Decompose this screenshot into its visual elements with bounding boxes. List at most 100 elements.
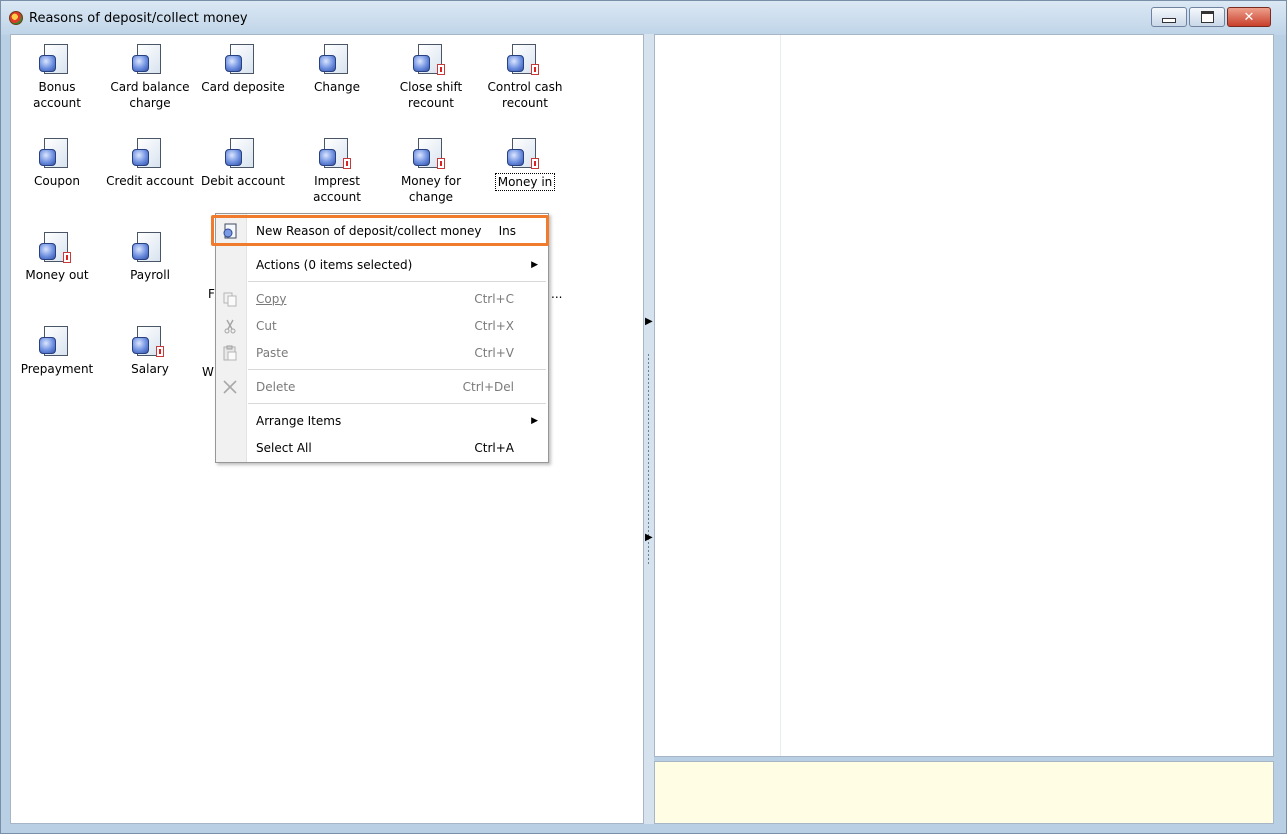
document-icon (225, 43, 259, 75)
menu-item-label: Copy (256, 292, 287, 306)
item-label-partial: F (208, 287, 215, 301)
item-label: recount (502, 96, 548, 110)
document-flag-icon (319, 137, 353, 169)
item-label: account (33, 96, 81, 110)
item-label: Control cash (487, 80, 563, 94)
menu-separator (248, 369, 546, 370)
document-icon (132, 43, 166, 75)
copy-icon (222, 291, 238, 307)
list-item[interactable]: Payroll (103, 227, 197, 283)
item-label: Prepayment (20, 362, 94, 376)
list-item[interactable]: Card balance charge (103, 39, 197, 111)
close-button[interactable]: ✕ (1227, 7, 1271, 27)
item-label-partial: ... (551, 287, 563, 301)
list-item[interactable]: Coupon (10, 133, 104, 189)
menu-item-label: Arrange Items (256, 414, 342, 428)
expand-arrow-icon[interactable]: ▶ (645, 316, 653, 327)
scissors-icon (222, 318, 238, 334)
item-label: Change (314, 80, 360, 94)
list-item[interactable]: Money out (10, 227, 104, 283)
list-item[interactable]: Money for change (384, 133, 478, 205)
document-icon (132, 231, 166, 263)
menu-item-label: Delete (256, 380, 296, 394)
menu-shortcut: Ctrl+Del (462, 380, 514, 394)
list-item-selected[interactable]: Money in (478, 133, 572, 191)
expand-arrow-icon[interactable]: ▶ (645, 532, 653, 543)
list-item[interactable]: Imprest account (290, 133, 384, 205)
item-label: Payroll (130, 268, 170, 282)
menu-item-label: Paste (256, 346, 289, 360)
menu-item-select-all[interactable]: Select All Ctrl+A (216, 436, 548, 460)
document-icon (132, 137, 166, 169)
list-item[interactable]: Credit account (103, 133, 197, 189)
column-divider (780, 35, 781, 756)
item-label: Money for (400, 174, 462, 188)
info-panel (654, 761, 1274, 824)
item-label: Coupon (34, 174, 80, 188)
new-document-icon (222, 223, 238, 239)
menu-item-copy[interactable]: Copy Ctrl+C (216, 287, 548, 311)
submenu-arrow-icon: ▶ (531, 260, 538, 270)
list-item[interactable]: Debit account (196, 133, 290, 189)
document-icon (39, 43, 73, 75)
list-item[interactable]: Bonus account (10, 39, 104, 111)
document-flag-icon (507, 43, 541, 75)
maximize-icon (1200, 11, 1214, 23)
item-label: Imprest (314, 174, 360, 188)
menu-item-actions[interactable]: Actions (0 items selected) ▶ (216, 253, 548, 277)
document-flag-icon (39, 231, 73, 263)
close-icon: ✕ (1243, 9, 1255, 25)
document-flag-icon (413, 137, 447, 169)
submenu-arrow-icon: ▶ (531, 416, 538, 426)
item-label: recount (408, 96, 454, 110)
menu-separator (248, 281, 546, 282)
item-label: Card deposite (201, 80, 285, 94)
menu-shortcut: Ctrl+V (474, 346, 514, 360)
menu-item-label: Actions (0 items selected) (256, 258, 413, 272)
menu-shortcut: Ctrl+X (474, 319, 514, 333)
minimize-icon (1162, 17, 1176, 23)
document-icon (39, 137, 73, 169)
menu-item-paste[interactable]: Paste Ctrl+V (216, 341, 548, 365)
menu-shortcut: Ins (498, 224, 516, 238)
document-icon (225, 137, 259, 169)
item-label: Money out (25, 268, 89, 282)
document-flag-icon (413, 43, 447, 75)
list-item[interactable]: Control cash recount (478, 39, 572, 111)
list-item[interactable]: Card deposite (196, 39, 290, 95)
app-logo-icon (9, 11, 23, 25)
item-label: Bonus (38, 80, 76, 94)
list-item[interactable]: Change (290, 39, 384, 95)
window-title: Reasons of deposit/collect money (29, 11, 248, 26)
document-icon (39, 325, 73, 357)
menu-separator (248, 403, 546, 404)
document-icon (319, 43, 353, 75)
document-flag-icon (132, 325, 166, 357)
details-pane (654, 34, 1274, 757)
menu-item-label: Select All (256, 441, 312, 455)
item-label: Salary (131, 362, 169, 376)
maximize-button[interactable] (1189, 7, 1225, 27)
list-item[interactable]: Prepayment (10, 321, 104, 377)
pane-splitter[interactable]: ▶ ▶ (644, 34, 654, 824)
item-label: Money in (494, 173, 556, 191)
minimize-button[interactable] (1151, 7, 1187, 27)
menu-shortcut: Ctrl+C (474, 292, 514, 306)
menu-item-cut[interactable]: Cut Ctrl+X (216, 314, 548, 338)
menu-item-label: New Reason of deposit/collect money (256, 224, 482, 238)
clipboard-icon (222, 345, 238, 361)
menu-item-delete[interactable]: Delete Ctrl+Del (216, 375, 548, 399)
item-label: charge (129, 96, 171, 110)
title-bar[interactable]: Reasons of deposit/collect money ✕ (1, 1, 1286, 35)
item-label: change (408, 190, 454, 204)
item-label-partial: W (202, 365, 214, 379)
menu-shortcut: Ctrl+A (474, 441, 514, 455)
list-item[interactable]: Salary (103, 321, 197, 377)
menu-item-new-reason[interactable]: New Reason of deposit/collect money Ins (216, 219, 548, 243)
menu-item-label: Cut (256, 319, 277, 333)
list-item[interactable]: Close shift recount (384, 39, 478, 111)
item-label: Credit account (106, 174, 194, 188)
menu-item-arrange-items[interactable]: Arrange Items ▶ (216, 409, 548, 433)
delete-x-icon (222, 379, 238, 395)
item-label: Close shift (399, 80, 463, 94)
